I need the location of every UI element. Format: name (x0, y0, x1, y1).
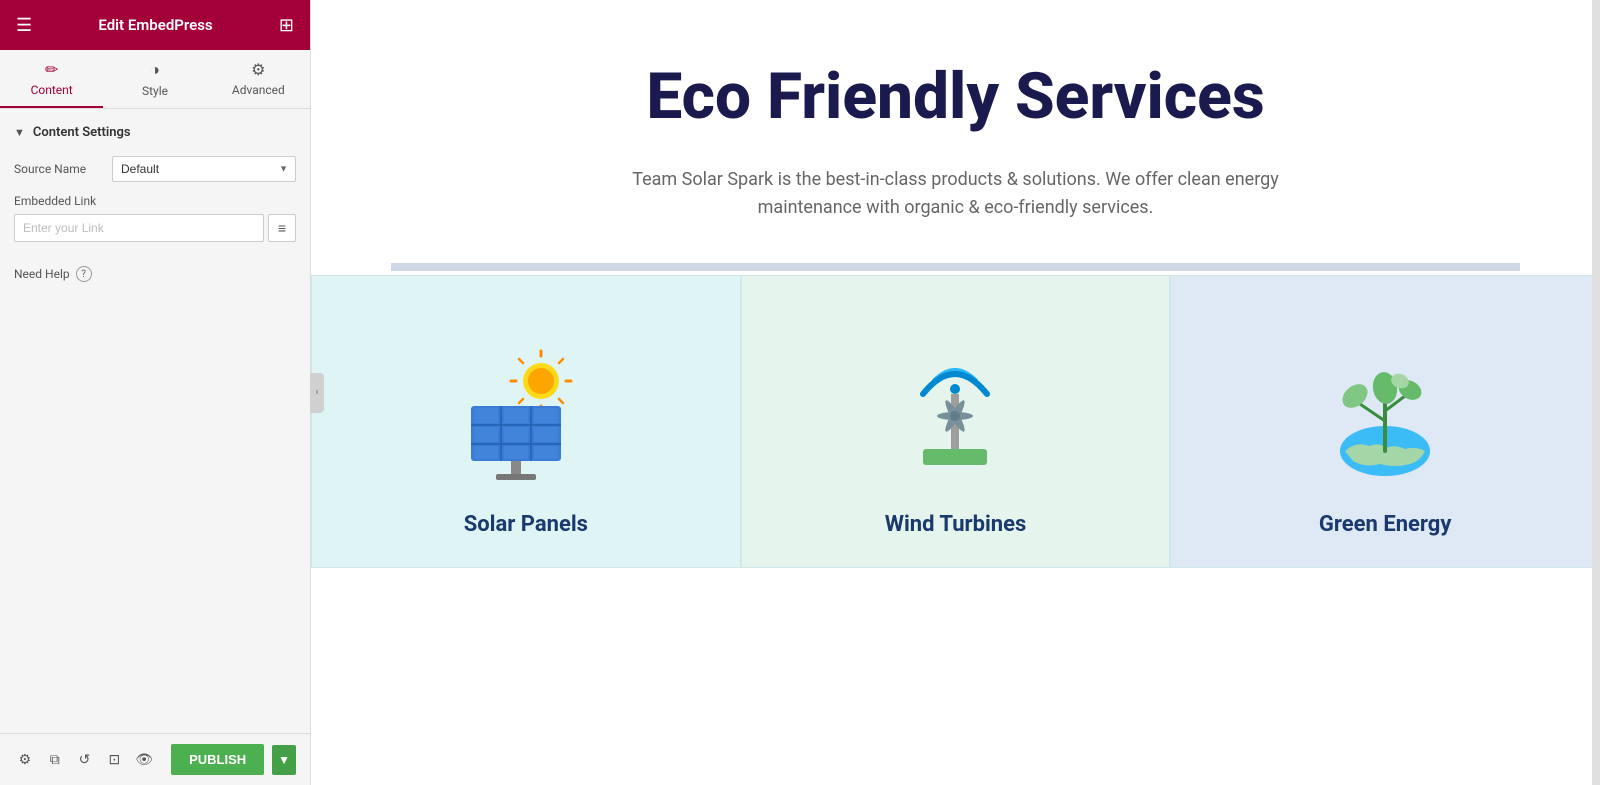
embedded-link-input[interactable] (14, 214, 264, 242)
eye-icon[interactable]: 👁 (133, 746, 155, 774)
right-resize-handle[interactable] (1592, 0, 1600, 785)
left-panel: ☰ Edit EmbedPress ⊞ ✏ Content ◑ Style ⚙ … (0, 0, 311, 785)
tab-bar: ✏ Content ◑ Style ⚙ Advanced (0, 50, 310, 109)
panel-header: ☰ Edit EmbedPress ⊞ (0, 0, 310, 50)
advanced-tab-label: Advanced (232, 83, 285, 97)
history-icon[interactable]: ↺ (74, 746, 96, 774)
tab-advanced[interactable]: ⚙ Advanced (207, 50, 310, 108)
solar-panels-title: Solar Panels (464, 512, 588, 537)
section-title: Content Settings (33, 125, 131, 140)
source-name-field-row: Source Name Default Custom (0, 152, 310, 190)
green-energy-illustration (1305, 336, 1465, 496)
publish-button[interactable]: PUBLISH (171, 744, 264, 775)
preview-title: Eco Friendly Services (391, 60, 1520, 134)
cards-grid: Solar Panels (311, 275, 1600, 568)
content-settings-section[interactable]: ▼ Content Settings (0, 109, 310, 152)
panel-content: ▼ Content Settings Source Name Default C… (0, 109, 310, 733)
card-wind-turbines: Wind Turbines (741, 275, 1171, 568)
panel-footer: ⚙ ⧉ ↺ ⊡ 👁 PUBLISH ▼ (0, 733, 310, 785)
need-help-label: Need Help (14, 267, 70, 281)
grid-icon[interactable]: ⊞ (279, 15, 294, 36)
embedded-link-label: Embedded Link (14, 194, 296, 208)
preview-divider (391, 263, 1520, 271)
need-help-link[interactable]: Need Help ? (0, 250, 310, 298)
publish-dropdown-button[interactable]: ▼ (272, 745, 296, 775)
card-solar-panels: Solar Panels (311, 275, 741, 568)
layout-icon[interactable]: ⊡ (103, 746, 125, 774)
preview-subtitle: Team Solar Spark is the best-in-class pr… (606, 166, 1306, 224)
layers-icon[interactable]: ⧉ (44, 746, 66, 774)
tab-style[interactable]: ◑ Style (103, 50, 206, 108)
content-tab-icon: ✏ (45, 60, 58, 79)
advanced-tab-icon: ⚙ (251, 60, 265, 79)
tab-content[interactable]: ✏ Content (0, 50, 103, 108)
style-tab-icon: ◑ (150, 60, 160, 80)
link-menu-button[interactable]: ≡ (268, 214, 296, 242)
source-name-select-wrapper: Default Custom (112, 156, 296, 182)
card-green-energy: Green Energy (1170, 275, 1600, 568)
embedded-link-section: Embedded Link ≡ (0, 190, 310, 250)
source-name-label: Source Name (14, 162, 104, 176)
help-circle-icon: ? (76, 266, 92, 282)
style-tab-label: Style (142, 84, 168, 98)
link-input-row: ≡ (14, 214, 296, 242)
panel-title: Edit EmbedPress (98, 16, 212, 34)
wind-turbine-illustration (875, 336, 1035, 496)
solar-panel-illustration (446, 336, 606, 496)
collapse-handle[interactable]: ‹ (310, 373, 324, 413)
solar-panel-svg (456, 346, 596, 486)
hamburger-icon[interactable]: ☰ (16, 15, 32, 36)
preview-content: Eco Friendly Services Team Solar Spark i… (311, 0, 1600, 608)
green-energy-svg (1315, 346, 1455, 486)
wind-turbine-svg (885, 346, 1025, 486)
source-name-select[interactable]: Default Custom (112, 156, 296, 182)
green-energy-title: Green Energy (1319, 512, 1452, 537)
wind-turbines-title: Wind Turbines (885, 512, 1027, 537)
chevron-down-icon: ▼ (14, 126, 25, 139)
right-panel: Eco Friendly Services Team Solar Spark i… (311, 0, 1600, 785)
content-tab-label: Content (31, 83, 73, 97)
settings-icon[interactable]: ⚙ (14, 746, 36, 774)
